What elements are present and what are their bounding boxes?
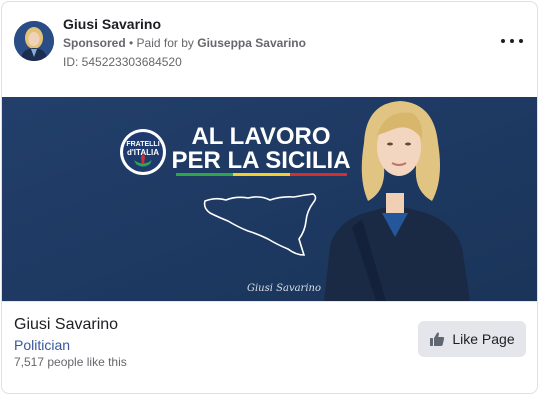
- thumbs-up-icon: [430, 332, 445, 346]
- sponsored-label[interactable]: Sponsored: [63, 36, 126, 50]
- footer-page-category[interactable]: Politician: [14, 337, 70, 353]
- ad-banner-image[interactable]: FRATELLI d'ITALIA AL LAVORO PER LA SICIL…: [2, 97, 537, 301]
- page-avatar[interactable]: [14, 21, 54, 61]
- party-logo: FRATELLI d'ITALIA: [120, 129, 166, 175]
- banner-headline-line1: AL LAVORO: [191, 123, 330, 150]
- paid-for-name: Giuseppa Savarino: [197, 36, 306, 50]
- like-page-button-label: Like Page: [452, 331, 515, 347]
- paid-for-prefix: Paid for by: [136, 36, 198, 50]
- page-card-footer: Giusi Savarino Politician 7,517 people l…: [2, 301, 537, 393]
- sponsored-line: Sponsored • Paid for by Giuseppa Savarin…: [63, 36, 306, 50]
- party-logo-line1: FRATELLI: [126, 141, 159, 148]
- footer-page-name[interactable]: Giusi Savarino: [14, 316, 118, 334]
- footer-like-count: 7,517 people like this: [14, 355, 127, 369]
- sponsored-post-card: Giusi Savarino Sponsored • Paid for by G…: [1, 1, 538, 394]
- like-page-button[interactable]: Like Page: [418, 321, 526, 357]
- page-name-link[interactable]: Giusi Savarino: [63, 16, 161, 32]
- separator-dot: •: [125, 36, 137, 50]
- signature: Giusi Savarino: [247, 283, 321, 294]
- banner-headline-line2: PER LA SICILIA: [171, 147, 350, 174]
- ad-id: ID: 545223303684520: [63, 55, 182, 69]
- more-horizontal-icon[interactable]: [501, 32, 523, 50]
- post-header: Giusi Savarino Sponsored • Paid for by G…: [2, 2, 537, 98]
